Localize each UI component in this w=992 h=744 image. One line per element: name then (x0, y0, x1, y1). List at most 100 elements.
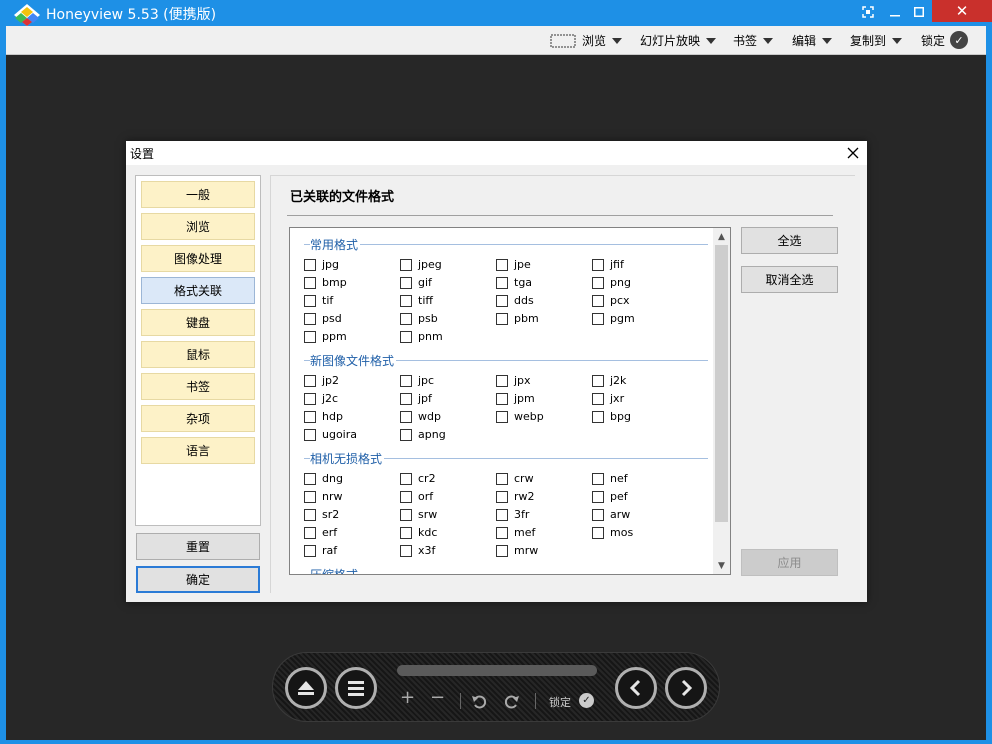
checkbox-box[interactable] (400, 544, 412, 557)
slideshow-menu[interactable]: 幻灯片放映 (640, 32, 717, 49)
format-checkbox[interactable]: jpx (496, 374, 531, 387)
checkbox-box[interactable] (496, 472, 508, 485)
format-checkbox[interactable]: psb (400, 312, 438, 325)
format-checkbox[interactable]: jfif (592, 258, 624, 271)
dialog-close-button[interactable] (842, 142, 864, 164)
checkbox-box[interactable] (496, 258, 508, 271)
format-checkbox[interactable]: webp (496, 410, 544, 423)
rotate-right-icon[interactable] (503, 693, 520, 710)
checkbox-box[interactable] (592, 294, 604, 307)
format-checkbox[interactable]: apng (400, 428, 446, 441)
check-circle-icon[interactable]: ✓ (579, 693, 594, 708)
checkbox-box[interactable] (304, 508, 316, 521)
format-checkbox[interactable]: pnm (400, 330, 443, 343)
checkbox-box[interactable] (400, 490, 412, 503)
format-checkbox[interactable]: tif (304, 294, 333, 307)
format-checkbox[interactable]: raf (304, 544, 337, 557)
format-checkbox[interactable]: pgm (592, 312, 635, 325)
apply-button[interactable]: 应用 (741, 549, 838, 576)
lock-label[interactable]: 锁定 (549, 694, 571, 710)
checkbox-box[interactable] (400, 258, 412, 271)
zoom-out-icon[interactable]: − (430, 687, 445, 708)
format-checkbox[interactable]: dds (496, 294, 534, 307)
browse-menu[interactable]: 浏览 (550, 32, 623, 49)
format-checkbox[interactable]: mos (592, 526, 633, 539)
checkbox-box[interactable] (496, 508, 508, 521)
checkbox-box[interactable] (592, 490, 604, 503)
format-checkbox[interactable]: ugoira (304, 428, 357, 441)
format-checkbox[interactable]: hdp (304, 410, 343, 423)
copy-to-menu[interactable]: 复制到 (850, 32, 903, 49)
scroll-thumb[interactable] (715, 245, 728, 522)
format-checkbox[interactable]: pbm (496, 312, 539, 325)
menu-button[interactable] (335, 667, 377, 709)
checkbox-box[interactable] (400, 472, 412, 485)
format-checkbox[interactable]: psd (304, 312, 342, 325)
checkbox-box[interactable] (400, 374, 412, 387)
nav-bookmark[interactable]: 书签 (141, 373, 255, 400)
reset-button[interactable]: 重置 (136, 533, 260, 560)
format-checkbox[interactable]: mef (496, 526, 535, 539)
format-checkbox[interactable]: 3fr (496, 508, 529, 521)
checkbox-box[interactable] (496, 526, 508, 539)
format-checkbox[interactable]: arw (592, 508, 630, 521)
next-button[interactable] (665, 667, 707, 709)
nav-browse[interactable]: 浏览 (141, 213, 255, 240)
checkbox-box[interactable] (592, 312, 604, 325)
checkbox-box[interactable] (400, 508, 412, 521)
checkbox-box[interactable] (400, 330, 412, 343)
format-checkbox[interactable]: sr2 (304, 508, 339, 521)
nav-misc[interactable]: 杂项 (141, 405, 255, 432)
checkbox-box[interactable] (592, 410, 604, 423)
format-checkbox[interactable]: kdc (400, 526, 437, 539)
format-checkbox[interactable]: bpg (592, 410, 631, 423)
checkbox-box[interactable] (496, 276, 508, 289)
checkbox-box[interactable] (304, 374, 316, 387)
format-checkbox[interactable]: jpg (304, 258, 339, 271)
scroll-up-button[interactable]: ▲ (713, 228, 730, 245)
checkbox-box[interactable] (496, 374, 508, 387)
checkbox-box[interactable] (496, 312, 508, 325)
zoom-in-icon[interactable]: + (400, 687, 415, 708)
nav-mouse[interactable]: 鼠标 (141, 341, 255, 368)
format-checkbox[interactable]: x3f (400, 544, 435, 557)
format-list-scrollbar[interactable]: ▲ ▼ (713, 228, 730, 574)
ok-button[interactable]: 确定 (136, 566, 260, 593)
checkbox-box[interactable] (592, 392, 604, 405)
checkbox-box[interactable] (304, 410, 316, 423)
nav-file-association[interactable]: 格式关联 (141, 277, 255, 304)
format-checkbox[interactable]: jxr (592, 392, 624, 405)
format-checkbox[interactable]: pef (592, 490, 628, 503)
checkbox-box[interactable] (304, 258, 316, 271)
checkbox-box[interactable] (304, 490, 316, 503)
checkbox-box[interactable] (496, 392, 508, 405)
format-checkbox[interactable]: gif (400, 276, 432, 289)
checkbox-box[interactable] (304, 526, 316, 539)
checkbox-box[interactable] (496, 544, 508, 557)
format-checkbox[interactable]: mrw (496, 544, 538, 557)
checkbox-box[interactable] (304, 312, 316, 325)
checkbox-box[interactable] (400, 410, 412, 423)
checkbox-box[interactable] (400, 392, 412, 405)
checkbox-box[interactable] (592, 258, 604, 271)
format-checkbox[interactable]: tga (496, 276, 532, 289)
format-checkbox[interactable]: j2c (304, 392, 338, 405)
previous-button[interactable] (615, 667, 657, 709)
minimize-button[interactable] (882, 0, 908, 24)
window-close-button[interactable]: ✕ (932, 0, 992, 22)
checkbox-box[interactable] (592, 472, 604, 485)
format-checkbox[interactable]: cr2 (400, 472, 436, 485)
maximize-button[interactable] (908, 0, 930, 24)
format-checkbox[interactable]: jpe (496, 258, 531, 271)
checkbox-box[interactable] (496, 410, 508, 423)
format-checkbox[interactable]: dng (304, 472, 343, 485)
checkbox-box[interactable] (304, 276, 316, 289)
checkbox-box[interactable] (304, 330, 316, 343)
nav-language[interactable]: 语言 (141, 437, 255, 464)
lock-toggle[interactable]: 锁定 ✓ (921, 31, 969, 49)
nav-image-processing[interactable]: 图像处理 (141, 245, 255, 272)
format-checkbox[interactable]: jp2 (304, 374, 339, 387)
checkbox-box[interactable] (304, 544, 316, 557)
format-checkbox[interactable]: jpeg (400, 258, 442, 271)
format-checkbox[interactable]: jpf (400, 392, 432, 405)
